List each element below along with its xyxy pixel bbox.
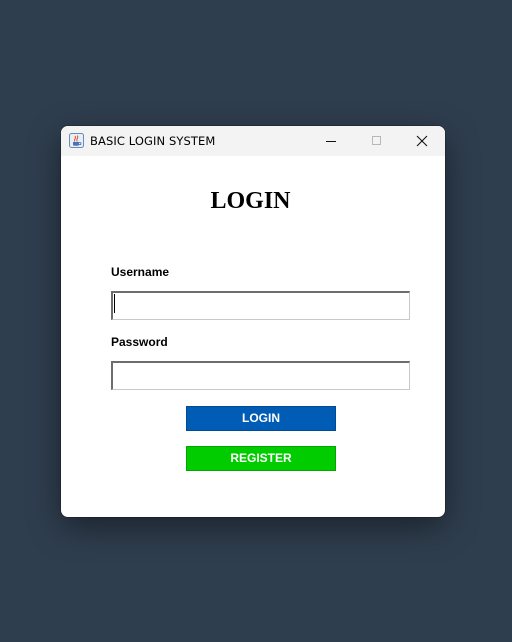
- password-label: Password: [111, 335, 168, 349]
- page-title: LOGIN: [210, 188, 291, 214]
- window-title: BASIC LOGIN SYSTEM: [90, 134, 216, 148]
- close-icon: [416, 135, 428, 147]
- login-form: LOGIN Username Password LOGIN REGISTER: [61, 156, 445, 517]
- text-cursor: [114, 294, 115, 313]
- username-label: Username: [111, 265, 170, 279]
- login-window: BASIC LOGIN SYSTEM LOGIN Username Passwo…: [61, 126, 445, 517]
- login-button[interactable]: LOGIN: [186, 406, 336, 431]
- register-button[interactable]: REGISTER: [186, 446, 336, 471]
- close-button[interactable]: [399, 126, 445, 156]
- minimize-icon: [326, 141, 336, 142]
- minimize-button[interactable]: [308, 126, 354, 156]
- maximize-icon: [372, 136, 381, 145]
- username-input[interactable]: [111, 291, 410, 320]
- password-input[interactable]: [111, 361, 410, 390]
- maximize-button[interactable]: [354, 126, 400, 156]
- title-bar[interactable]: BASIC LOGIN SYSTEM: [61, 126, 445, 156]
- java-cup-icon: [69, 133, 84, 148]
